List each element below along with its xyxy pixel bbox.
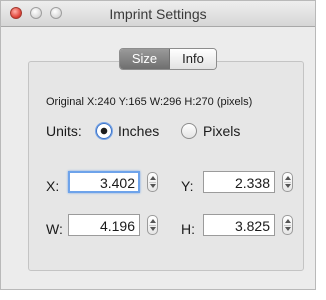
settings-panel — [28, 61, 304, 271]
window-title: Imprint Settings — [109, 6, 207, 22]
inches-radio[interactable] — [96, 123, 112, 139]
x-stepper[interactable] — [147, 172, 158, 192]
tab-selector: Size Info — [119, 48, 217, 70]
x-label: X: — [46, 178, 60, 194]
w-field[interactable]: 4.196 — [68, 214, 140, 236]
title-bar[interactable]: Imprint Settings — [1, 1, 315, 27]
h-label: H: — [181, 221, 195, 237]
pixels-radio-label[interactable]: Pixels — [203, 123, 240, 139]
y-stepper[interactable] — [282, 172, 293, 192]
units-label: Units: — [46, 123, 82, 139]
tab-info[interactable]: Info — [170, 49, 216, 69]
h-stepper[interactable] — [282, 215, 293, 235]
pixels-radio[interactable] — [181, 123, 197, 139]
imprint-settings-window: Imprint Settings Size Info Original X:24… — [0, 0, 316, 290]
w-stepper[interactable] — [147, 215, 158, 235]
x-field[interactable]: 3.402 — [68, 171, 140, 193]
tab-size[interactable]: Size — [120, 49, 170, 69]
h-field[interactable]: 3.825 — [203, 214, 275, 236]
y-field[interactable]: 2.338 — [203, 171, 275, 193]
original-dimensions-text: Original X:240 Y:165 W:296 H:270 (pixels… — [46, 96, 253, 108]
y-label: Y: — [181, 178, 194, 194]
w-label: W: — [46, 221, 63, 237]
inches-radio-label[interactable]: Inches — [118, 123, 159, 139]
